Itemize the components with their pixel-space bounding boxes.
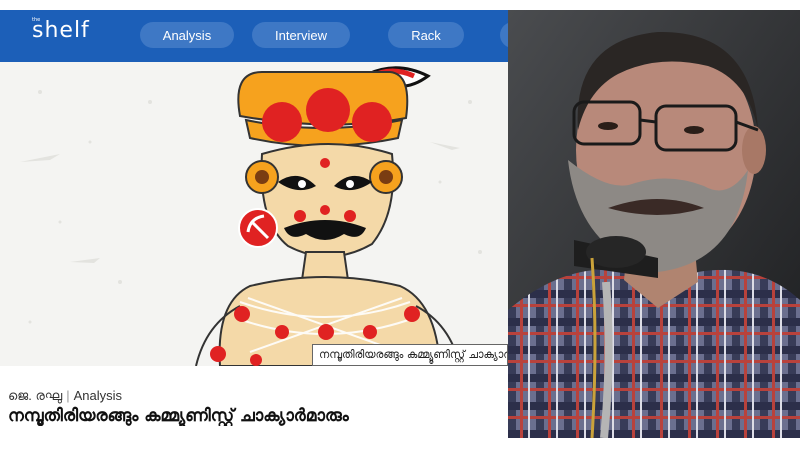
article-card[interactable]: the shelf Analysis Interview Rack നമ്പൂത… [0,0,508,450]
article-title[interactable]: നമ്പൂതിരിയരങ്ങും കമ്മ്യൂണിസ്റ്റ് ചാക്യാർ… [8,406,508,426]
site-header: the shelf Analysis Interview Rack [0,10,508,62]
portrait-photo [508,10,800,438]
image-tooltip: നമ്പൂതിരിയരങ്ങും കമ്മ്യൂണിസ്റ്റ് ചാക്യാർ… [312,344,508,366]
nav-interview[interactable]: Interview [252,22,350,48]
nav-rack[interactable]: Rack [388,22,464,48]
byline: ജെ. രഘു | Analysis [8,388,122,404]
site-logo[interactable]: the shelf [32,17,90,43]
hero-illustration[interactable]: നമ്പൂതിരിയരങ്ങും കമ്മ്യൂണിസ്റ്റ് ചാക്യാർ… [0,62,508,366]
kathakali-illustration [20,66,482,366]
nav-more-partial[interactable] [500,22,508,48]
author-name[interactable]: ജെ. രഘു [8,388,62,403]
category-link[interactable]: Analysis [74,388,122,403]
author-photo [508,10,800,438]
logo-small-text: the [32,17,41,23]
logo-text: shelf [32,18,90,43]
nav-analysis[interactable]: Analysis [140,22,234,48]
byline-separator: | [66,388,70,403]
